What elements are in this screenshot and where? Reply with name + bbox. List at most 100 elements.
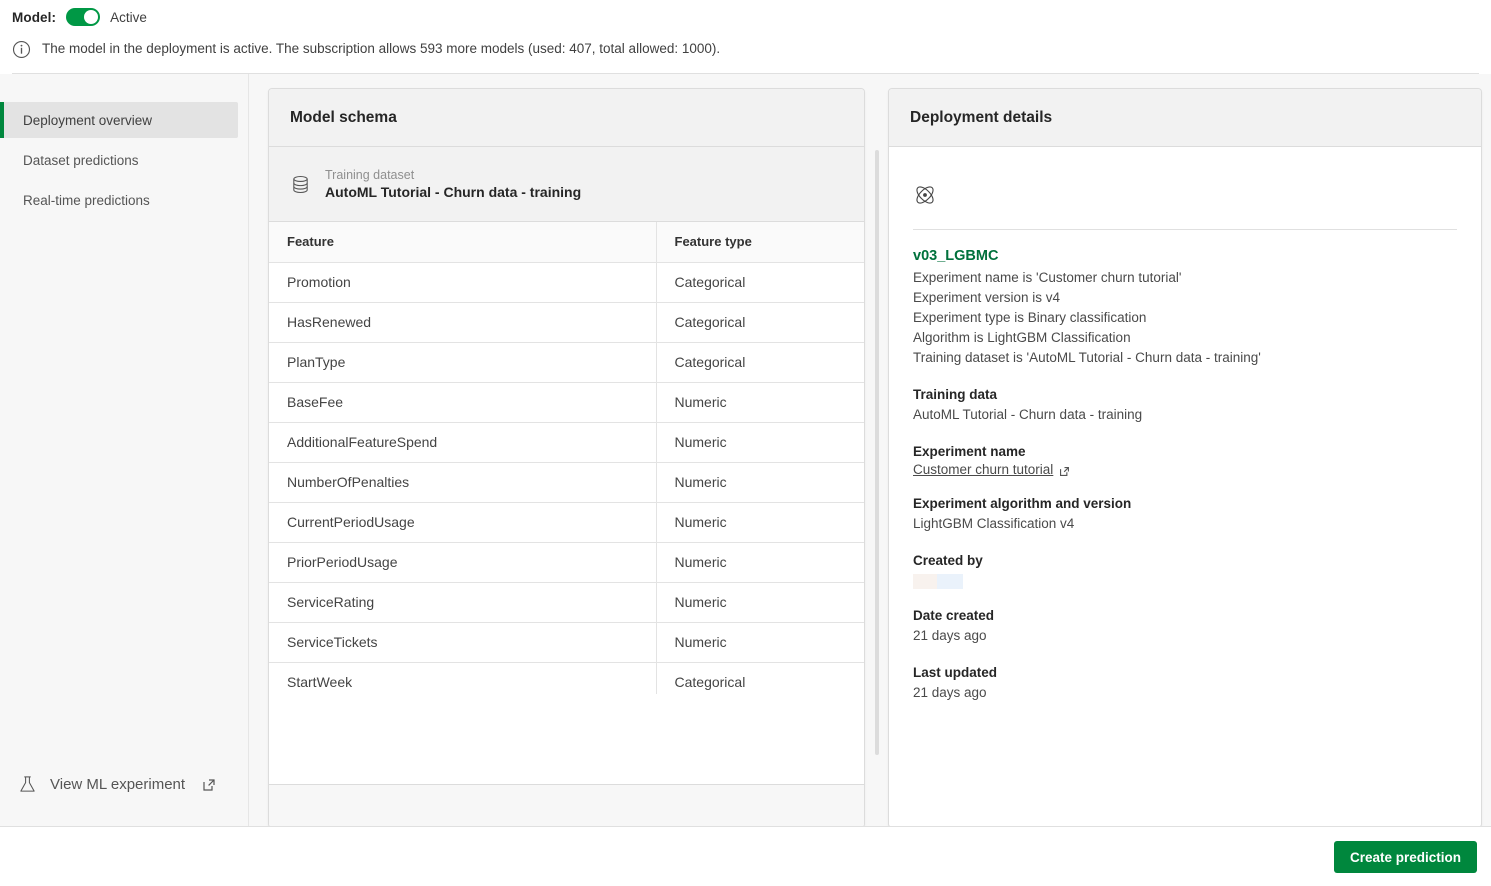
external-link-icon bbox=[202, 778, 216, 792]
cell-feature: AdditionalFeatureSpend bbox=[269, 422, 657, 463]
database-icon bbox=[290, 174, 311, 195]
schema-table-head: Feature Feature type bbox=[269, 222, 864, 263]
model-toggle-row: Model: Active bbox=[12, 8, 147, 26]
detail-field-value: 21 days ago bbox=[913, 685, 987, 700]
cell-feature: CurrentPeriodUsage bbox=[269, 502, 657, 543]
create-prediction-button[interactable]: Create prediction bbox=[1333, 841, 1477, 873]
cell-feature-type: Categorical bbox=[656, 342, 864, 383]
deployment-details-card: Deployment details v03_LGBMC Experiment … bbox=[888, 88, 1482, 828]
detail-field-key: Training data bbox=[913, 387, 998, 402]
model-status-banner: Model: Active The model in the deploymen… bbox=[0, 0, 1491, 74]
deployment-details-body: v03_LGBMC Experiment name is 'Customer c… bbox=[889, 147, 1481, 703]
sidebar-item-label: Real-time predictions bbox=[23, 192, 150, 208]
detail-field-value: LightGBM Classification v4 bbox=[913, 516, 1075, 531]
cell-feature-type: Numeric bbox=[656, 382, 864, 423]
cell-feature: StartWeek bbox=[269, 662, 657, 694]
table-row[interactable]: PlanType Categorical bbox=[269, 342, 864, 383]
external-link-icon bbox=[1059, 464, 1070, 476]
model-schema-footer bbox=[269, 784, 864, 827]
schema-scrollbar[interactable] bbox=[875, 150, 879, 755]
model-active-toggle[interactable] bbox=[66, 8, 101, 26]
atom-model-icon bbox=[913, 183, 937, 207]
detail-field: Date created 21 days ago bbox=[913, 606, 1457, 646]
detail-field-key: Experiment algorithm and version bbox=[913, 496, 1132, 511]
detail-field-value: AutoML Tutorial - Churn data - training bbox=[913, 407, 1143, 422]
deployment-details-header: Deployment details bbox=[889, 89, 1481, 147]
model-label: Model: bbox=[12, 9, 57, 25]
table-row[interactable]: StartWeek Categorical bbox=[269, 662, 864, 694]
table-row[interactable]: Promotion Categorical bbox=[269, 262, 864, 303]
model-summary-line: Algorithm is LightGBM Classification bbox=[913, 330, 1131, 345]
toggle-knob bbox=[84, 10, 99, 24]
deployment-overview-page: Model: Active The model in the deploymen… bbox=[0, 0, 1491, 886]
column-header-feature-type[interactable]: Feature type bbox=[656, 222, 864, 263]
detail-field: Last updated 21 days ago bbox=[913, 663, 1457, 703]
schema-table-body: Promotion Categorical HasRenewed Categorica… bbox=[269, 262, 864, 694]
detail-field-link-row[interactable]: Customer churn tutorial bbox=[913, 462, 1457, 477]
model-summary-line: Experiment version is v4 bbox=[913, 290, 1061, 305]
schema-header-row: Feature Feature type bbox=[269, 222, 864, 263]
deployed-model-name: v03_LGBMC bbox=[913, 248, 999, 264]
table-row[interactable]: ServiceRating Numeric bbox=[269, 582, 864, 623]
sidebar-item-label: Deployment overview bbox=[23, 112, 153, 128]
sidebar: Deployment overview Dataset predictions … bbox=[0, 74, 249, 826]
subscription-info-text: The model in the deployment is active. T… bbox=[42, 41, 721, 56]
model-summary-line: Experiment name is 'Customer churn tutor… bbox=[913, 270, 1182, 285]
detail-field-key: Date created bbox=[913, 608, 995, 623]
training-dataset-text: Training dataset AutoML Tutorial - Churn… bbox=[325, 167, 581, 202]
experiment-name-link[interactable]: Customer churn tutorial bbox=[913, 462, 1053, 477]
model-schema-header: Model schema bbox=[269, 89, 864, 147]
page-footer: Create prediction bbox=[0, 826, 1491, 886]
cell-feature: PriorPeriodUsage bbox=[269, 542, 657, 583]
cell-feature: Promotion bbox=[269, 262, 657, 303]
table-row[interactable]: AdditionalFeatureSpend Numeric bbox=[269, 422, 864, 463]
details-divider bbox=[913, 229, 1457, 230]
table-row[interactable]: HasRenewed Categorical bbox=[269, 302, 864, 343]
cell-feature-type: Numeric bbox=[656, 542, 864, 583]
view-ml-experiment-link[interactable]: View ML experiment bbox=[18, 775, 216, 794]
table-row[interactable]: PriorPeriodUsage Numeric bbox=[269, 542, 864, 583]
sidebar-nav: Deployment overview Dataset predictions … bbox=[0, 102, 249, 222]
deployment-detail-fields: Training data AutoML Tutorial - Churn dat… bbox=[913, 385, 1457, 703]
cell-feature: PlanType bbox=[269, 342, 657, 383]
sidebar-item-label: Dataset predictions bbox=[23, 152, 139, 168]
model-state-label: Active bbox=[110, 9, 147, 25]
cell-feature-type: Numeric bbox=[656, 502, 864, 543]
content-area: Model schema Training dataset AutoML Tut… bbox=[249, 74, 1491, 828]
view-ml-experiment-label: View ML experiment bbox=[50, 776, 186, 793]
detail-field-value: 21 days ago bbox=[913, 628, 987, 643]
table-row[interactable]: BaseFee Numeric bbox=[269, 382, 864, 423]
detail-field-key: Experiment name bbox=[913, 444, 1026, 459]
schema-table-container[interactable]: Feature Feature type Promotion Categorica… bbox=[269, 222, 864, 694]
table-row[interactable]: NumberOfPenalties Numeric bbox=[269, 462, 864, 503]
cell-feature-type: Numeric bbox=[656, 462, 864, 503]
cell-feature: ServiceRating bbox=[269, 582, 657, 623]
table-row[interactable]: CurrentPeriodUsage Numeric bbox=[269, 502, 864, 543]
detail-field: Experiment name Customer churn tutorial bbox=[913, 442, 1457, 477]
model-summary-line: Experiment type is Binary classification bbox=[913, 310, 1147, 325]
cell-feature-type: Categorical bbox=[656, 262, 864, 303]
flask-icon bbox=[18, 775, 37, 794]
cell-feature-type: Categorical bbox=[656, 662, 864, 694]
cell-feature-type: Categorical bbox=[656, 302, 864, 343]
model-schema-title: Model schema bbox=[290, 108, 397, 126]
table-row[interactable]: ServiceTickets Numeric bbox=[269, 622, 864, 663]
cell-feature: ServiceTickets bbox=[269, 622, 657, 663]
cell-feature: NumberOfPenalties bbox=[269, 462, 657, 503]
cell-feature-type: Numeric bbox=[656, 622, 864, 663]
column-header-feature[interactable]: Feature bbox=[269, 222, 657, 263]
detail-field: Experiment algorithm and version LightGBM… bbox=[913, 494, 1457, 534]
sidebar-item-real-time-predictions[interactable]: Real-time predictions bbox=[0, 182, 238, 218]
detail-field-key: Created by bbox=[913, 553, 983, 568]
cell-feature-type: Numeric bbox=[656, 422, 864, 463]
cell-feature: HasRenewed bbox=[269, 302, 657, 343]
model-schema-card: Model schema Training dataset AutoML Tut… bbox=[268, 88, 865, 828]
schema-table: Feature Feature type Promotion Categorica… bbox=[269, 222, 864, 694]
sidebar-item-dataset-predictions[interactable]: Dataset predictions bbox=[0, 142, 238, 178]
cell-feature: BaseFee bbox=[269, 382, 657, 423]
cell-feature-type: Numeric bbox=[656, 582, 864, 623]
sidebar-item-deployment-overview[interactable]: Deployment overview bbox=[0, 102, 238, 138]
training-dataset-value: AutoML Tutorial - Churn data - training bbox=[325, 183, 582, 200]
model-summary-lines: Experiment name is 'Customer churn tutor… bbox=[913, 268, 1457, 368]
training-dataset-row: Training dataset AutoML Tutorial - Churn… bbox=[269, 147, 864, 222]
